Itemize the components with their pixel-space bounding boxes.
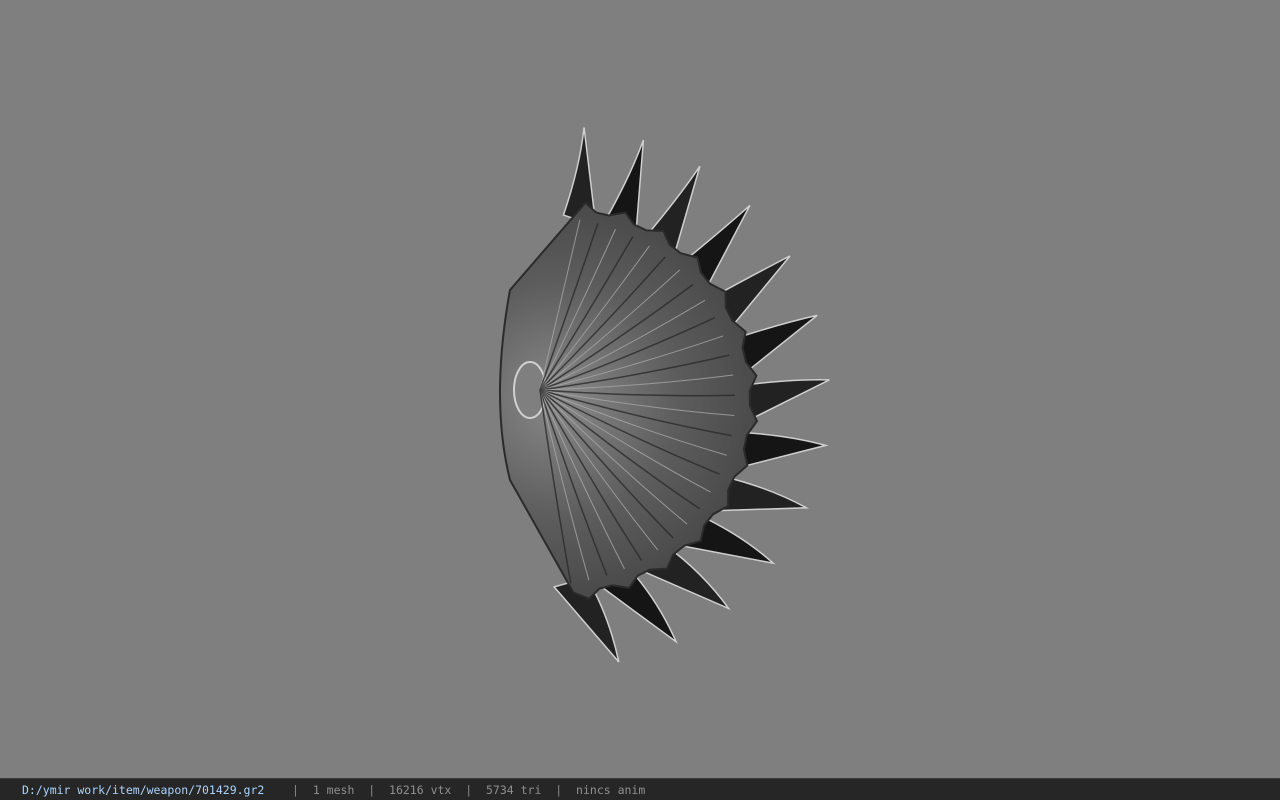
animation-info-label: nincs anim <box>576 782 646 797</box>
mesh-count-label: 1 mesh <box>312 782 355 797</box>
3d-viewport[interactable] <box>0 0 1280 778</box>
status-separator: | <box>368 782 376 797</box>
status-separator: | <box>465 782 473 797</box>
triangle-count-label: 5734 tri <box>486 782 542 797</box>
file-path-label: D:/ymir work/item/weapon/701429.gr2 <box>22 782 265 797</box>
status-separator: | <box>555 782 563 797</box>
status-bar: D:/ymir work/item/weapon/701429.gr2 | 1 … <box>0 778 1280 800</box>
vertex-count-label: 16216 vtx <box>389 782 452 797</box>
status-separator: | <box>292 782 299 797</box>
weapon-model-preview <box>499 127 830 663</box>
